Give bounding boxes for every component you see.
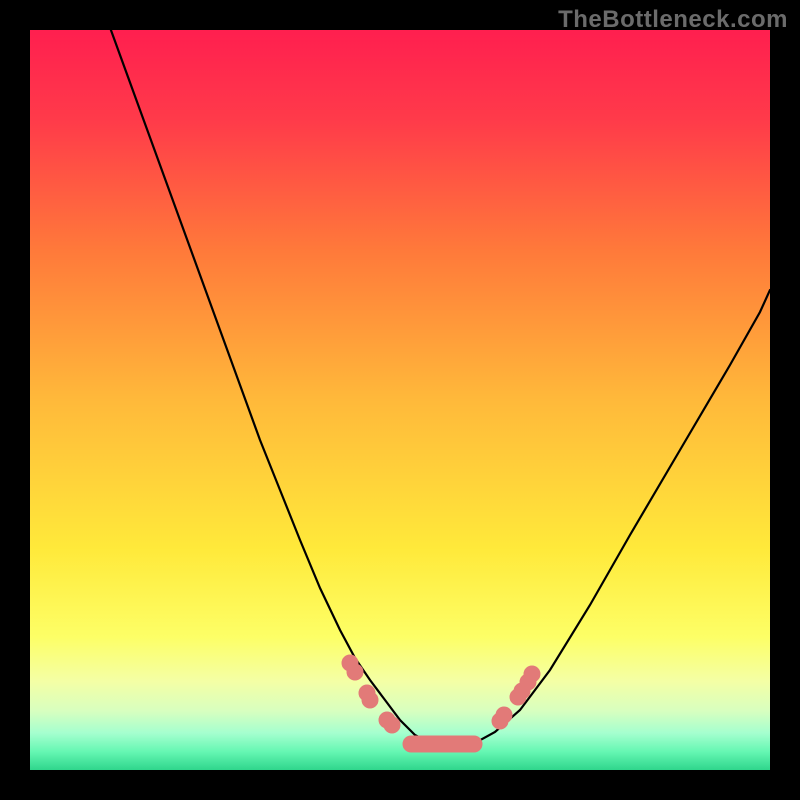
chart-frame: TheBottleneck.com [0, 0, 800, 800]
curve-marker-dot [524, 666, 540, 682]
plot-area [30, 30, 770, 770]
curve-marker-dot [496, 707, 512, 723]
curve-layer [30, 30, 770, 770]
watermark-text: TheBottleneck.com [558, 6, 788, 34]
curve-marker-dot [362, 692, 378, 708]
bottleneck-curve [100, 30, 770, 746]
curve-marker-dot [384, 717, 400, 733]
curve-marker-dot [347, 664, 363, 680]
curve-marker-bar [403, 736, 482, 752]
curve-markers [342, 655, 540, 752]
